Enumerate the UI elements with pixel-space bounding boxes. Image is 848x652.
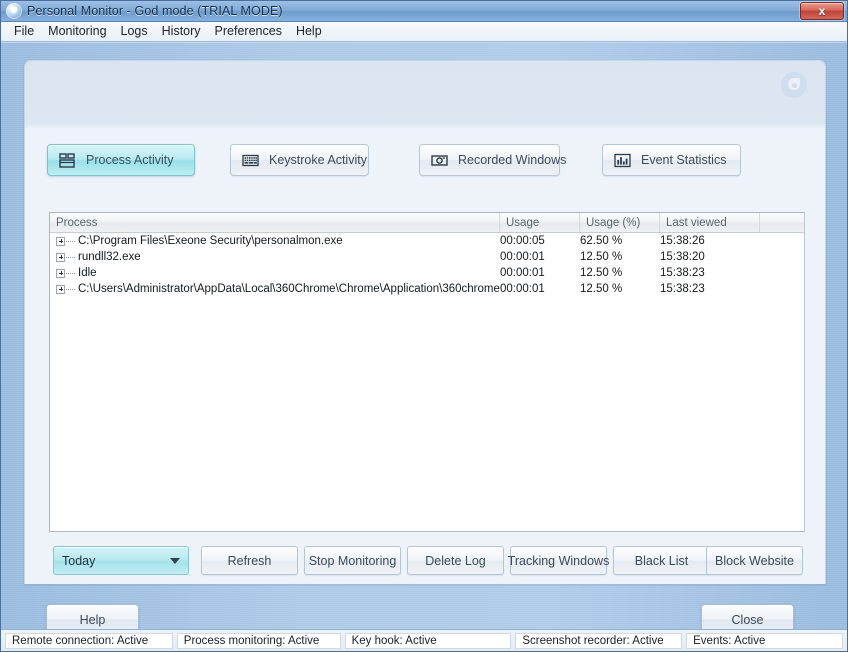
expand-node-icon[interactable]	[56, 236, 65, 246]
menu-item-logs[interactable]: Logs	[114, 23, 155, 40]
windows-panes-icon	[59, 152, 75, 168]
cell-usage-pct: 12.50 %	[580, 251, 623, 263]
camera-icon	[431, 154, 448, 166]
table-row[interactable]: Idle 00:00:01 12.50 % 15:38:23	[50, 265, 804, 281]
status-remote-connection: Remote connection: Active	[5, 632, 173, 649]
tree-connector-icon	[66, 288, 75, 290]
tree-connector-icon	[66, 272, 75, 274]
menu-item-history[interactable]: History	[155, 23, 208, 40]
cell-usage: 00:00:01	[500, 251, 545, 263]
tab-label: Recorded Windows	[458, 153, 567, 167]
table-row[interactable]: C:\Program Files\Exeone Security\persona…	[50, 233, 804, 249]
chevron-down-icon	[170, 557, 180, 564]
app-watermark-logo-icon	[781, 72, 807, 98]
cell-process: rundll32.exe	[50, 251, 500, 263]
cell-usage-pct: 12.50 %	[580, 283, 623, 295]
column-header-filler	[760, 213, 804, 232]
cell-last-viewed: 15:38:26	[660, 235, 705, 247]
tab-label: Event Statistics	[641, 153, 727, 167]
expand-node-icon[interactable]	[56, 284, 65, 294]
cell-usage: 00:00:01	[500, 267, 545, 279]
window-title: Personal Monitor - God mode (TRIAL MODE)	[27, 4, 283, 18]
column-header-usage[interactable]: Usage	[500, 213, 580, 232]
status-screenshot-recorder: Screenshot recorder: Active	[515, 632, 683, 649]
expand-node-icon[interactable]	[56, 252, 65, 262]
tab-label: Process Activity	[86, 153, 174, 167]
tab-keystroke-activity[interactable]: Keystroke Activity	[230, 144, 369, 176]
cell-process: C:\Program Files\Exeone Security\persona…	[50, 235, 500, 247]
keyboard-icon	[242, 154, 259, 166]
process-list[interactable]: Process Usage Usage (%) Last viewed C:\P…	[49, 212, 805, 532]
cell-process: C:\Users\Administrator\AppData\Local\360…	[50, 283, 500, 295]
refresh-button[interactable]: Refresh	[201, 546, 298, 575]
stop-monitoring-button[interactable]: Stop Monitoring	[304, 546, 401, 575]
tracking-windows-button[interactable]: Tracking Windows	[508, 546, 609, 575]
tab-label: Keystroke Activity	[269, 153, 367, 167]
column-header-process[interactable]: Process	[50, 213, 500, 232]
tree-connector-icon	[66, 240, 75, 242]
process-list-header: Process Usage Usage (%) Last viewed	[50, 213, 804, 233]
title-bar: Personal Monitor - God mode (TRIAL MODE)…	[1, 1, 847, 22]
process-name: C:\Program Files\Exeone Security\persona…	[78, 235, 343, 247]
status-key-hook: Key hook: Active	[344, 632, 512, 649]
cell-last-viewed: 15:38:23	[660, 283, 705, 295]
cell-last-viewed: 15:38:23	[660, 267, 705, 279]
table-row[interactable]: rundll32.exe 00:00:01 12.50 % 15:38:20	[50, 249, 804, 265]
tab-bar: Process Activity Keystroke Activity Reco…	[47, 144, 787, 176]
status-bar: Remote connection: Active Process monito…	[1, 629, 847, 651]
status-events: Events: Active	[686, 632, 843, 649]
cell-last-viewed: 15:38:20	[660, 251, 705, 263]
bar-chart-icon	[614, 153, 631, 167]
expand-node-icon[interactable]	[56, 268, 65, 278]
status-process-monitoring: Process monitoring: Active	[176, 632, 341, 649]
column-header-last-viewed[interactable]: Last viewed	[660, 213, 760, 232]
period-select[interactable]: Today	[53, 546, 189, 575]
block-website-button[interactable]: Block Website	[706, 546, 803, 575]
process-name: Idle	[78, 267, 97, 279]
menu-item-preferences[interactable]: Preferences	[208, 23, 289, 40]
cell-usage: 00:00:05	[500, 235, 545, 247]
tree-connector-icon	[66, 256, 75, 258]
menu-bar: File Monitoring Logs History Preferences…	[1, 22, 847, 42]
cell-usage: 00:00:01	[500, 283, 545, 295]
menu-item-file[interactable]: File	[7, 23, 41, 40]
tab-recorded-windows[interactable]: Recorded Windows	[419, 144, 566, 176]
cell-usage-pct: 12.50 %	[580, 267, 623, 279]
close-window-button[interactable]: x	[800, 2, 844, 20]
process-name: C:\Users\Administrator\AppData\Local\360…	[78, 283, 500, 295]
column-header-usage-pct[interactable]: Usage (%)	[580, 213, 660, 232]
droplet-swirl-icon	[6, 3, 22, 19]
period-select-value: Today	[62, 553, 96, 568]
black-list-button[interactable]: Black List	[613, 546, 710, 575]
cell-process: Idle	[50, 267, 500, 279]
menu-item-monitoring[interactable]: Monitoring	[41, 23, 113, 40]
tab-event-statistics[interactable]: Event Statistics	[602, 144, 741, 176]
delete-log-button[interactable]: Delete Log	[407, 546, 504, 575]
window-body: Process Activity Keystroke Activity Reco…	[1, 42, 847, 635]
application-window: Personal Monitor - God mode (TRIAL MODE)…	[0, 0, 848, 652]
action-bar: Today Refresh Stop Monitoring Delete Log…	[1, 540, 803, 582]
cell-usage-pct: 62.50 %	[580, 235, 623, 247]
menu-item-help[interactable]: Help	[289, 23, 329, 40]
table-row[interactable]: C:\Users\Administrator\AppData\Local\360…	[50, 281, 804, 297]
process-name: rundll32.exe	[78, 251, 141, 263]
tab-process-activity[interactable]: Process Activity	[47, 144, 195, 176]
close-icon: x	[818, 4, 826, 18]
